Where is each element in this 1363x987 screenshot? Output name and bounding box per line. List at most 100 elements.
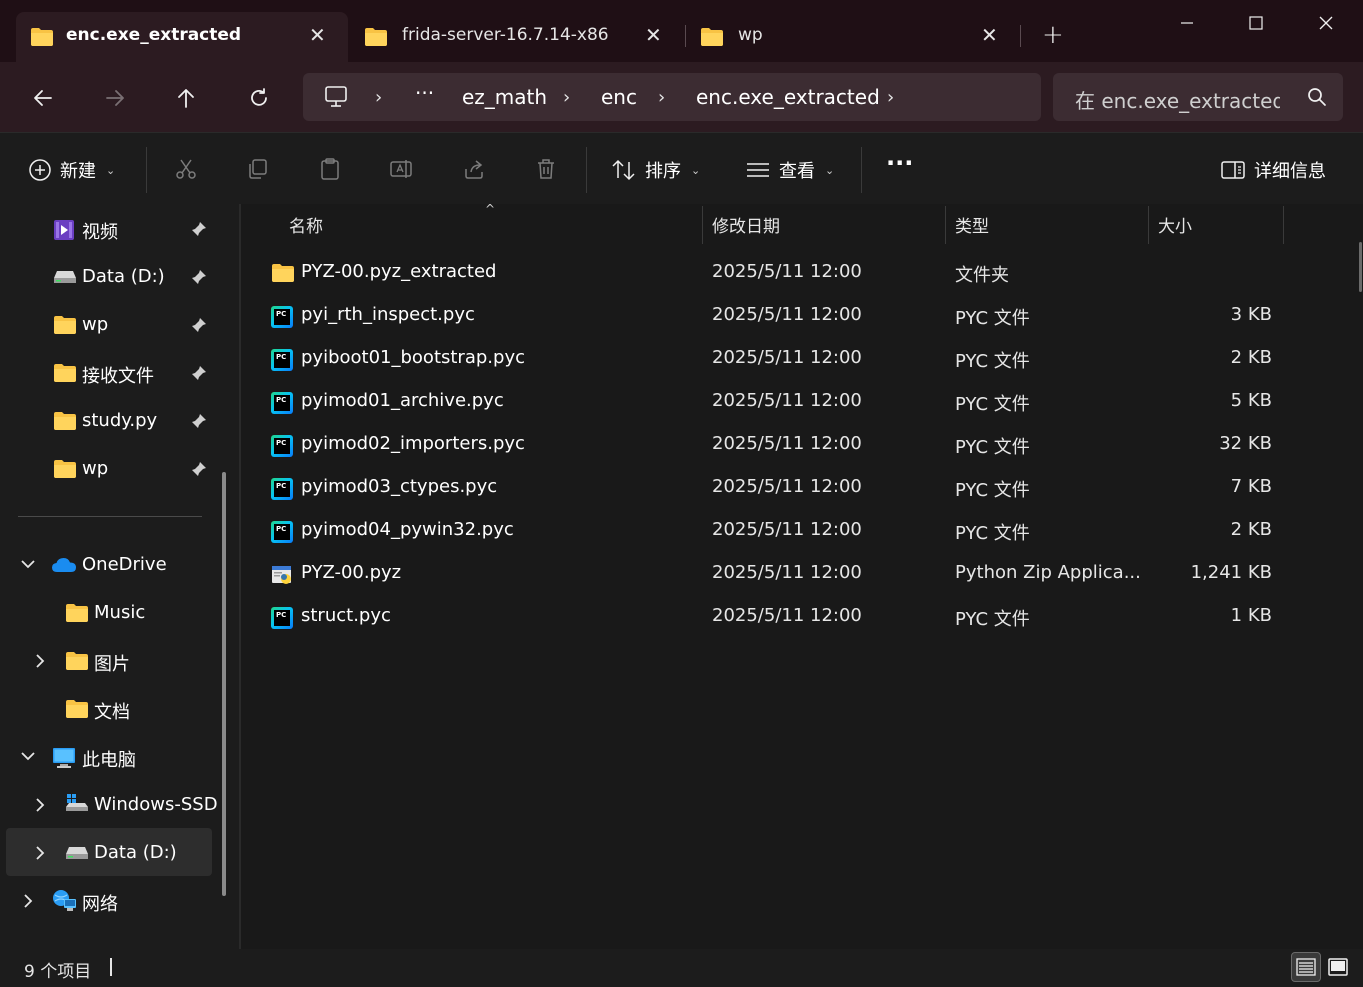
rename-button[interactable]: [389, 157, 415, 181]
folder-icon: [66, 604, 88, 622]
close-tab-icon[interactable]: ✕: [645, 25, 662, 45]
tab-divider: [1020, 25, 1021, 47]
paste-button[interactable]: [318, 157, 342, 181]
column-divider[interactable]: [1283, 206, 1284, 244]
pyc-file-icon: PC: [271, 521, 293, 543]
sidebar-item-documents[interactable]: 文档: [0, 686, 220, 732]
drive-icon: [54, 271, 76, 283]
table-row[interactable]: PC struct.pyc 2025/5/11 12:00 PYC 文件 1 K…: [267, 595, 1289, 638]
view-button[interactable]: 查看 ⌄: [745, 157, 834, 183]
close-tab-icon[interactable]: ✕: [309, 25, 326, 45]
sidebar-item-data-d[interactable]: Data (D:): [0, 254, 220, 300]
more-label: ···: [886, 149, 914, 177]
status-bar: 9 个项目: [0, 949, 1363, 987]
column-divider[interactable]: [1148, 206, 1149, 244]
chevron-right-icon[interactable]: [34, 845, 46, 861]
table-row[interactable]: PC pyimod04_pywin32.pyc 2025/5/11 12:00 …: [267, 509, 1289, 552]
file-date: 2025/5/11 12:00: [712, 347, 862, 368]
sidebar-item-windows-ssd[interactable]: Windows-SSD: [0, 782, 218, 828]
breadcrumb-overflow[interactable]: ···: [415, 81, 434, 105]
rename-icon: [390, 160, 412, 178]
tab-enc-exe-extracted[interactable]: enc.exe_extracted ✕: [16, 12, 348, 62]
cut-button[interactable]: [174, 157, 198, 181]
sidebar-item-network[interactable]: 网络: [0, 878, 220, 924]
file-list: ^ 名称 修改日期 类型 大小 PYZ-00.pyz_extracted 202…: [243, 202, 1363, 949]
sidebar-item-videos[interactable]: 视频: [0, 206, 220, 252]
minimize-button[interactable]: [1164, 8, 1210, 38]
address-bar[interactable]: › ··· ez_math › enc › enc.exe_extracted …: [303, 73, 1041, 121]
breadcrumb-enc[interactable]: enc: [601, 85, 637, 109]
share-button[interactable]: [462, 157, 486, 181]
new-tab-button[interactable]: +: [1042, 22, 1064, 48]
sidebar-item-onedrive[interactable]: OneDrive: [0, 542, 220, 588]
column-header-name[interactable]: 名称: [289, 212, 323, 237]
content-scrollbar[interactable]: [1359, 242, 1362, 292]
chevron-right-icon[interactable]: ›: [887, 87, 894, 108]
breadcrumb-ez-math[interactable]: ez_math: [462, 85, 547, 109]
file-name: pyi_rth_inspect.pyc: [301, 304, 475, 325]
table-row[interactable]: PC pyimod03_ctypes.pyc 2025/5/11 12:00 P…: [267, 466, 1289, 509]
tab-frida-server[interactable]: frida-server-16.7.14-x86 ✕: [350, 12, 682, 62]
chevron-down-icon[interactable]: [20, 750, 36, 762]
refresh-button[interactable]: [243, 82, 275, 114]
large-icons-view-button[interactable]: [1323, 952, 1353, 982]
search-icon[interactable]: [1307, 87, 1327, 107]
tab-wp[interactable]: wp ✕: [686, 12, 1018, 62]
column-divider[interactable]: [945, 206, 946, 244]
pin-icon: [192, 222, 206, 236]
python-zip-icon: [272, 566, 291, 584]
copy-button[interactable]: [246, 157, 270, 181]
table-row[interactable]: PYZ-00.pyz 2025/5/11 12:00 Python Zip Ap…: [267, 552, 1289, 595]
delete-button[interactable]: [534, 157, 558, 181]
column-divider[interactable]: [702, 206, 703, 244]
table-row[interactable]: PC pyimod01_archive.pyc 2025/5/11 12:00 …: [267, 380, 1289, 423]
chevron-down-icon[interactable]: [20, 558, 36, 570]
sidebar-item-label: OneDrive: [82, 554, 167, 575]
sort-button[interactable]: 排序 ⌄: [611, 157, 700, 183]
details-pane-button[interactable]: 详细信息: [1220, 157, 1326, 183]
table-row[interactable]: PC pyiboot01_bootstrap.pyc 2025/5/11 12:…: [267, 337, 1289, 380]
forward-button[interactable]: [99, 82, 131, 114]
sidebar-item-wp-2[interactable]: wp: [0, 446, 220, 492]
more-options-button[interactable]: ···: [886, 149, 913, 177]
up-button[interactable]: [170, 82, 202, 114]
chevron-right-icon[interactable]: ›: [658, 87, 665, 108]
table-row[interactable]: PYZ-00.pyz_extracted 2025/5/11 12:00 文件夹: [267, 251, 1289, 294]
back-button[interactable]: [27, 82, 59, 114]
chevron-down-icon: ⌄: [825, 163, 835, 177]
column-header-date[interactable]: 修改日期: [712, 212, 780, 237]
column-header-type[interactable]: 类型: [955, 212, 989, 237]
close-window-button[interactable]: [1303, 8, 1349, 38]
chevron-right-icon[interactable]: [34, 653, 46, 669]
search-placeholder[interactable]: 在 enc.exe_extracted 中搜索: [1075, 85, 1280, 114]
sidebar-item-received-files[interactable]: 接收文件: [0, 350, 220, 396]
details-view-button[interactable]: [1291, 952, 1321, 982]
sidebar-item-this-pc[interactable]: 此电脑: [0, 734, 220, 780]
search-box[interactable]: 在 enc.exe_extracted 中搜索: [1053, 73, 1343, 121]
chevron-right-icon[interactable]: ›: [375, 87, 382, 108]
sidebar-item-music[interactable]: Music: [0, 590, 220, 636]
network-icon: [53, 890, 76, 911]
chevron-right-icon[interactable]: [22, 893, 34, 909]
sidebar-item-data-d-tree[interactable]: Data (D:): [0, 830, 220, 876]
table-row[interactable]: PC pyi_rth_inspect.pyc 2025/5/11 12:00 P…: [267, 294, 1289, 337]
column-header-size[interactable]: 大小: [1158, 212, 1192, 237]
table-row[interactable]: PC pyimod02_importers.pyc 2025/5/11 12:0…: [267, 423, 1289, 466]
chevron-right-icon[interactable]: ›: [563, 87, 570, 108]
breadcrumb-enc-exe-extracted[interactable]: enc.exe_extracted: [696, 85, 880, 109]
close-tab-icon[interactable]: ✕: [981, 25, 998, 45]
sidebar-item-wp[interactable]: wp: [0, 302, 220, 348]
sidebar-item-pictures[interactable]: 图片: [0, 638, 220, 684]
new-button[interactable]: 新建 ⌄: [28, 157, 115, 183]
file-name: pyimod03_ctypes.pyc: [301, 476, 498, 497]
file-date: 2025/5/11 12:00: [712, 605, 862, 626]
sidebar-item-label: Music: [94, 602, 146, 623]
sidebar-scrollbar[interactable]: [222, 472, 226, 896]
maximize-button[interactable]: [1233, 8, 1279, 38]
file-type: PYC 文件: [955, 437, 1030, 458]
sidebar-item-study-py[interactable]: study.py: [0, 398, 220, 444]
navigation-bar: › ··· ez_math › enc › enc.exe_extracted …: [0, 62, 1363, 132]
chevron-right-icon[interactable]: [34, 797, 46, 813]
file-date: 2025/5/11 12:00: [712, 304, 862, 325]
computer-icon: [53, 748, 75, 768]
